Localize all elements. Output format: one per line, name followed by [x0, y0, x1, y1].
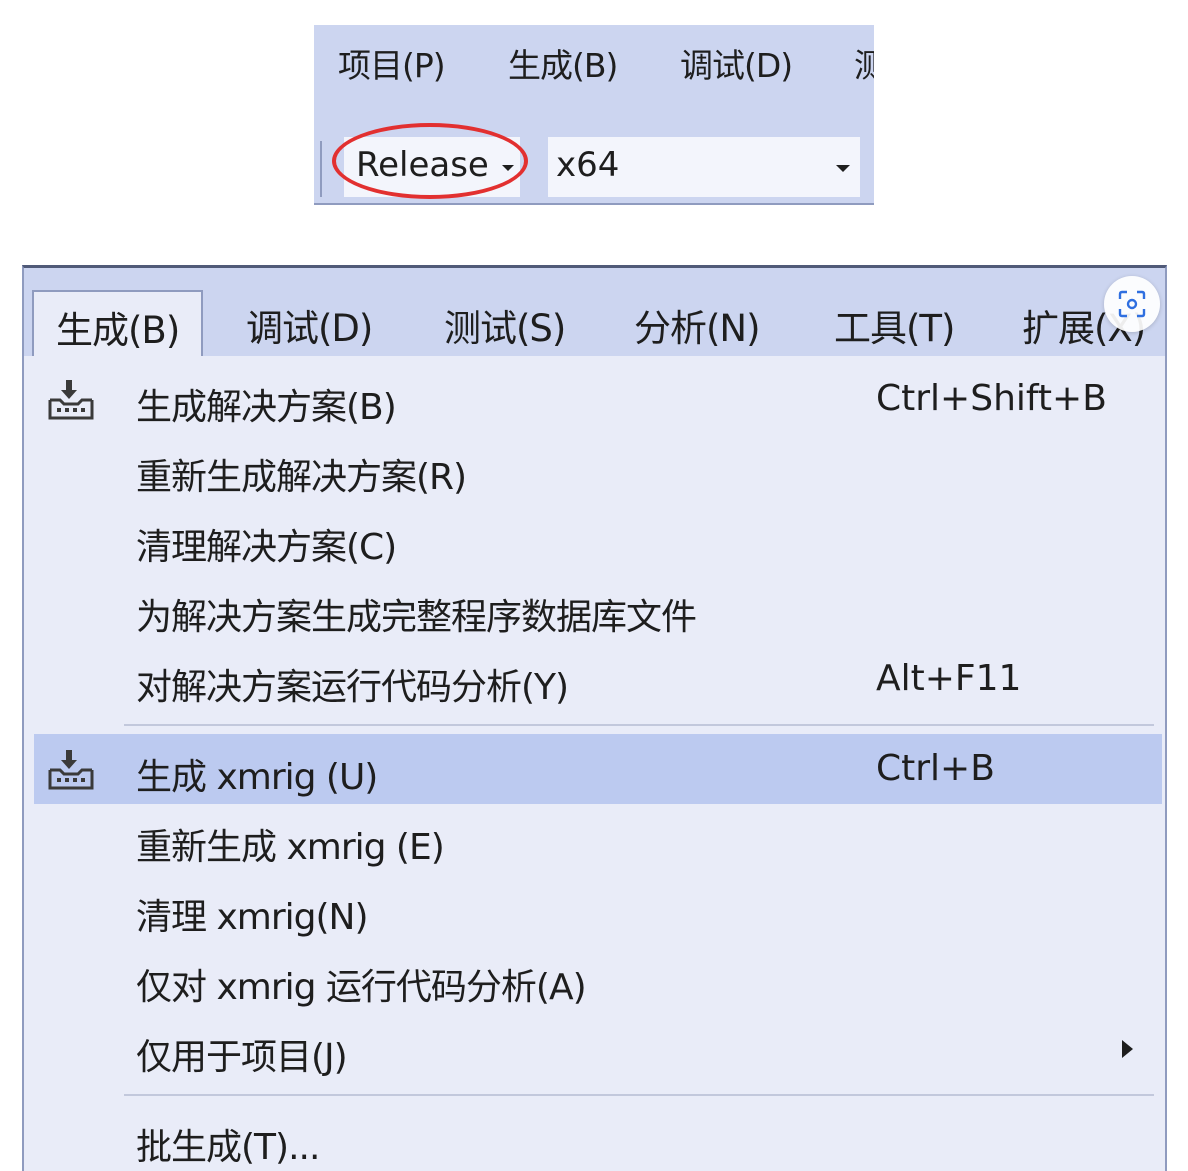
- menu-item-clean-solution[interactable]: 清理解决方案(C): [34, 504, 1162, 574]
- top-menubar: 项目(P) 生成(B) 调试(D) 测: [314, 25, 874, 95]
- menu-item-label: 生成 xmrig (U): [136, 757, 378, 798]
- menu-separator: [124, 1094, 1154, 1096]
- menu-item-run-code-analysis-xmrig[interactable]: 仅对 xmrig 运行代码分析(A): [34, 944, 1162, 1014]
- menu-test-partial[interactable]: 测: [854, 39, 874, 87]
- menu-item-label: 重新生成 xmrig (E): [136, 827, 445, 868]
- menu-tools[interactable]: 工具(T): [834, 298, 955, 352]
- menu-item-build-xmrig[interactable]: 生成 xmrig (U) Ctrl+B: [34, 734, 1162, 804]
- menu-item-label: 对解决方案运行代码分析(Y): [136, 667, 569, 708]
- menu-item-rebuild-solution[interactable]: 重新生成解决方案(R): [34, 434, 1162, 504]
- menu-debug[interactable]: 调试(D): [680, 39, 793, 87]
- chevron-down-icon: [502, 165, 514, 171]
- submenu-arrow-icon: [1122, 1040, 1133, 1058]
- toolbar-grip[interactable]: [320, 141, 322, 197]
- menu-item-label: 批生成(T)...: [136, 1127, 320, 1168]
- menu-item-shortcut: Ctrl+Shift+B: [876, 378, 1107, 419]
- menu-analyze[interactable]: 分析(N): [634, 298, 761, 352]
- menu-item-shortcut: Alt+F11: [876, 658, 1022, 699]
- menu-item-run-code-analysis-solution[interactable]: 对解决方案运行代码分析(Y) Alt+F11: [34, 644, 1162, 714]
- build-icon: [48, 750, 94, 790]
- menu-test[interactable]: 测试(S): [444, 298, 566, 352]
- solution-platform-select[interactable]: x64: [548, 137, 860, 197]
- chevron-down-icon: [836, 165, 850, 172]
- standard-toolbar: Release x64: [314, 119, 874, 203]
- configuration-value: Release: [356, 145, 489, 185]
- menu-item-batch-build[interactable]: 批生成(T)...: [34, 1104, 1162, 1171]
- menu-item-clean-xmrig[interactable]: 清理 xmrig(N): [34, 874, 1162, 944]
- menu-item-rebuild-xmrig[interactable]: 重新生成 xmrig (E): [34, 804, 1162, 874]
- build-dropdown-menu: 生成解决方案(B) Ctrl+Shift+B 重新生成解决方案(R) 清理解决方…: [24, 356, 1165, 1171]
- menu-item-label: 为解决方案生成完整程序数据库文件: [136, 597, 697, 638]
- menu-item-generate-pdb[interactable]: 为解决方案生成完整程序数据库文件: [34, 574, 1162, 644]
- menu-item-build-solution[interactable]: 生成解决方案(B) Ctrl+Shift+B: [34, 364, 1162, 434]
- menu-item-label: 仅对 xmrig 运行代码分析(A): [136, 967, 587, 1008]
- menu-item-label: 生成解决方案(B): [136, 387, 397, 428]
- scan-icon: [1118, 290, 1146, 318]
- screen-capture-button[interactable]: [1104, 276, 1160, 332]
- build-menu-screenshot-panel: 生成(B) 调试(D) 测试(S) 分析(N) 工具(T) 扩展(X) 生成解决…: [22, 265, 1167, 1171]
- top-screenshot-panel: 项目(P) 生成(B) 调试(D) 测 Release x64: [314, 25, 874, 205]
- menu-build[interactable]: 生成(B): [508, 39, 618, 87]
- menu-project[interactable]: 项目(P): [338, 39, 446, 87]
- solution-configuration-select[interactable]: Release: [344, 137, 520, 197]
- menu-item-label: 重新生成解决方案(R): [136, 457, 467, 498]
- menu-debug[interactable]: 调试(D): [246, 298, 373, 352]
- menu-item-label: 清理解决方案(C): [136, 527, 397, 568]
- menu-item-label: 清理 xmrig(N): [136, 897, 368, 938]
- menu-separator: [124, 724, 1154, 726]
- platform-value: x64: [556, 145, 620, 185]
- menu-build-open[interactable]: 生成(B): [32, 290, 204, 356]
- menu-item-project-only[interactable]: 仅用于项目(J): [34, 1014, 1162, 1084]
- main-menubar: 生成(B) 调试(D) 测试(S) 分析(N) 工具(T) 扩展(X): [24, 268, 1165, 356]
- menu-item-label: 仅用于项目(J): [136, 1037, 348, 1078]
- menu-item-shortcut: Ctrl+B: [876, 748, 995, 789]
- build-icon: [48, 380, 94, 420]
